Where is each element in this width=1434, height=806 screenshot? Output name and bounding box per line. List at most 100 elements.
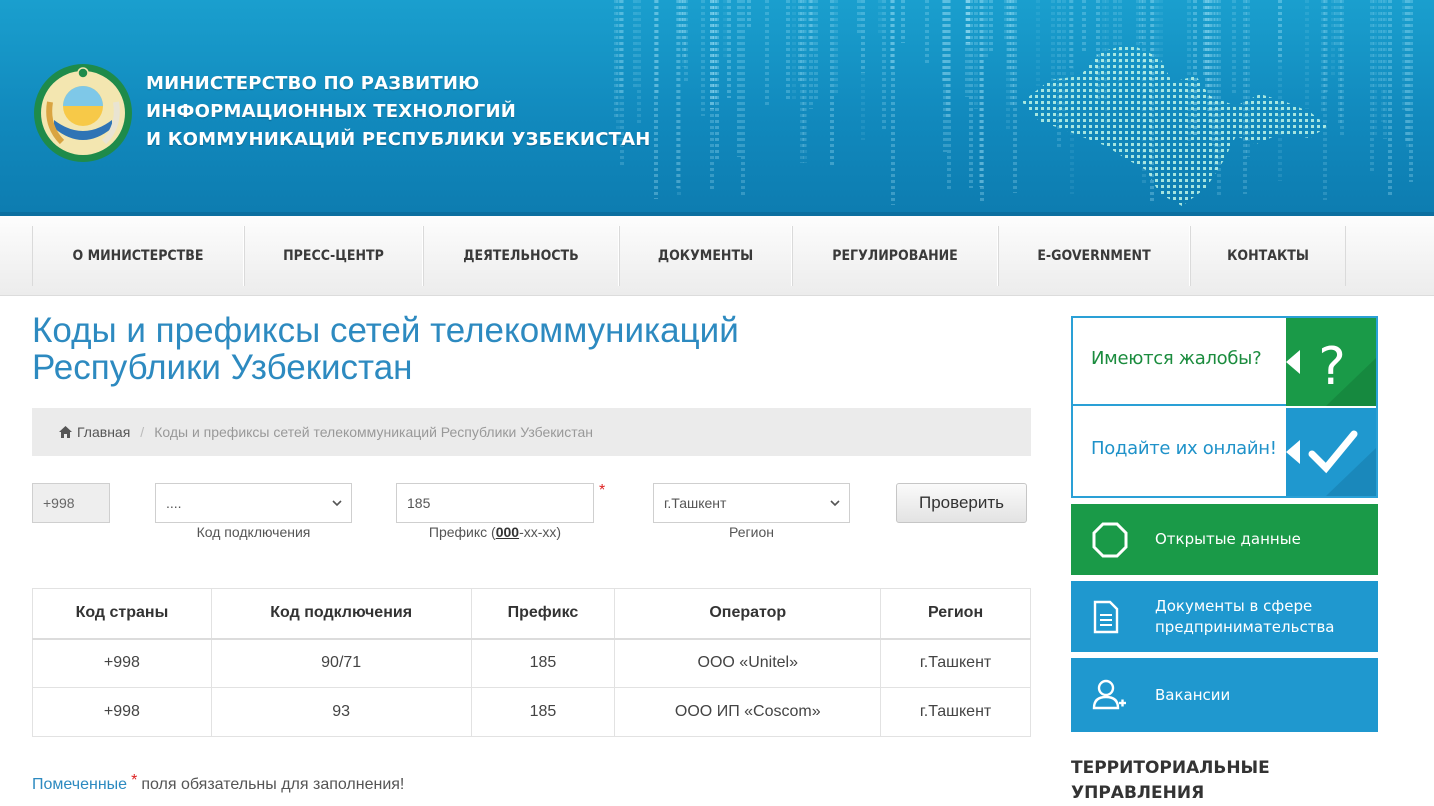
matrix-column — [891, 0, 895, 205]
table-cell: г.Ташкент — [880, 638, 1031, 688]
required-star: * — [131, 772, 138, 789]
table-cell: г.Ташкент — [880, 687, 1031, 737]
matrix-column — [834, 0, 838, 93]
business-documents-label-line: Документы в сфере — [1155, 596, 1313, 615]
matrix-column — [901, 0, 905, 43]
table-cell: +998 — [32, 687, 212, 737]
required-fields-note: Помеченные * поля обязательны для заполнен… — [32, 772, 404, 794]
nav-item-activity[interactable]: ДЕЯТЕЛЬНОСТЬ — [423, 226, 619, 286]
matrix-column — [1388, 0, 1392, 196]
country-code-field: +998 — [32, 483, 110, 523]
prefix-value: 185 — [407, 495, 431, 511]
chevron-down-icon — [332, 500, 342, 507]
state-emblem-logo — [34, 64, 132, 162]
business-documents-label: Документы в сфере предпринимательства — [1155, 596, 1334, 638]
matrix-column — [989, 0, 993, 52]
table-cell: +998 — [32, 638, 212, 688]
open-data-label: Открытые данные — [1155, 530, 1301, 548]
svg-text:?: ? — [1318, 337, 1346, 397]
breadcrumb-current: Коды и префиксы сетей телекоммуникаций Р… — [154, 424, 593, 440]
checkmark-icon — [1286, 408, 1376, 496]
nav-item-press-center[interactable]: ПРЕСС-ЦЕНТР — [244, 226, 423, 286]
matrix-column — [1340, 0, 1344, 137]
table-header-row: Код страны Код подключения Префикс Опера… — [32, 588, 1031, 640]
complaints-question-row: Имеются жалобы? ? — [1073, 318, 1376, 406]
open-data-tile[interactable]: Открытые данные — [1071, 504, 1378, 575]
matrix-column — [616, 0, 620, 141]
matrix-column — [810, 0, 814, 51]
regional-offices-heading: ТЕРРИТОРИАЛЬНЫЕ УПРАВЛЕНИЯ — [1071, 756, 1270, 806]
matrix-column — [786, 0, 790, 100]
regional-offices-heading-line: УПРАВЛЕНИЯ — [1071, 783, 1205, 803]
page-title-line: Коды и префиксы сетей телекоммуникаций — [32, 311, 739, 350]
matrix-column — [637, 0, 641, 126]
nav-item-regulation[interactable]: РЕГУЛИРОВАНИЕ — [792, 226, 998, 286]
vacancies-tile[interactable]: Вакансии — [1071, 658, 1378, 732]
required-star: * — [599, 482, 606, 499]
prefix-label-digits: 000 — [495, 524, 520, 540]
matrix-column — [792, 0, 796, 100]
table-row: +998 90/71 185 ООО «Unitel» г.Ташкент — [32, 638, 1031, 688]
breadcrumb-home-link[interactable]: Главная — [58, 424, 130, 440]
nav-item-documents[interactable]: ДОКУМЕНТЫ — [619, 226, 792, 286]
vacancies-label: Вакансии — [1155, 685, 1231, 704]
matrix-column — [814, 0, 818, 102]
nav-item-e-government[interactable]: E-GOVERNMENT — [998, 226, 1190, 286]
matrix-column — [947, 0, 951, 190]
note-text: Помеченные — [32, 776, 128, 793]
nav-item-contacts[interactable]: КОНТАКТЫ — [1190, 226, 1346, 286]
chevron-down-icon — [830, 500, 840, 507]
region-select[interactable]: г.Ташкент — [653, 483, 850, 523]
open-data-icon — [1092, 522, 1128, 557]
page-title: Коды и префиксы сетей телекоммуникаций Р… — [32, 312, 1032, 386]
complaints-online-text: Подайте их онлайн! — [1091, 438, 1277, 459]
table-cell: 185 — [470, 638, 616, 688]
matrix-column — [974, 0, 978, 109]
connection-code-select[interactable]: .... — [155, 483, 352, 523]
nav-item-about[interactable]: О МИНИСТЕРСТВЕ — [32, 226, 244, 286]
connection-code-label: Код подключения — [196, 524, 311, 540]
question-mark-icon: ? — [1286, 318, 1376, 406]
document-icon — [1093, 600, 1119, 633]
prefix-label-text: Префикс ( — [428, 524, 496, 540]
table-cell: 90/71 — [210, 638, 472, 688]
table-cell: ООО «Unitel» — [614, 638, 882, 688]
matrix-column — [800, 0, 804, 163]
matrix-column — [984, 0, 988, 58]
column-header: Регион — [880, 588, 1031, 640]
business-documents-tile[interactable]: Документы в сфере предпринимательства — [1071, 581, 1378, 652]
column-header: Оператор — [614, 588, 882, 640]
matrix-column — [727, 0, 731, 98]
check-button[interactable]: Проверить — [896, 483, 1027, 523]
breadcrumb-home-label: Главная — [77, 424, 131, 440]
breadcrumb: Главная / Коды и префиксы сетей телекомм… — [32, 408, 1031, 456]
table-cell: 185 — [470, 687, 616, 737]
site-header: МИНИСТЕРСТВО ПО РАЗВИТИЮ ИНФОРМАЦИОННЫХ … — [0, 0, 1434, 216]
matrix-column — [701, 0, 705, 116]
table-row: +998 93 185 ООО ИП «Coscom» г.Ташкент — [32, 687, 1031, 737]
results-table: Код страны Код подключения Префикс Опера… — [32, 588, 1031, 737]
matrix-column — [861, 0, 865, 140]
region-value: г.Ташкент — [664, 495, 727, 511]
ministry-name-line: МИНИСТЕРСТВО ПО РАЗВИТИЮ — [146, 73, 480, 94]
ministry-name-line: ИНФОРМАЦИОННЫХ ТЕХНОЛОГИЙ — [146, 101, 516, 122]
prefix-label-text-end: -xx-xx) — [519, 524, 562, 540]
matrix-column — [1409, 0, 1413, 182]
matrix-column — [747, 0, 751, 30]
add-user-icon — [1092, 679, 1126, 710]
complaints-question-text: Имеются жалобы? — [1091, 348, 1262, 369]
page-title-line: Республики Узбекистан — [32, 348, 413, 387]
ministry-name: МИНИСТЕРСТВО ПО РАЗВИТИЮ ИНФОРМАЦИОННЫХ … — [146, 70, 651, 154]
matrix-column — [1373, 0, 1377, 137]
column-header: Код подключения — [210, 588, 472, 640]
matrix-column — [655, 0, 659, 96]
matrix-column — [1383, 0, 1387, 139]
ministry-name-line: И КОММУНИКАЦИЙ РЕСПУБЛИКИ УЗБЕКИСТАН — [146, 129, 651, 150]
table-cell: ООО ИП «Coscom» — [614, 687, 882, 737]
prefix-input[interactable]: 185 — [396, 483, 594, 523]
complaints-banner[interactable]: Имеются жалобы? ? Подайте их онлайн! — [1071, 316, 1378, 498]
connection-code-value: .... — [166, 495, 182, 511]
complaints-online-row: Подайте их онлайн! — [1073, 408, 1376, 496]
table-cell: 93 — [210, 687, 472, 737]
matrix-column — [741, 0, 745, 195]
